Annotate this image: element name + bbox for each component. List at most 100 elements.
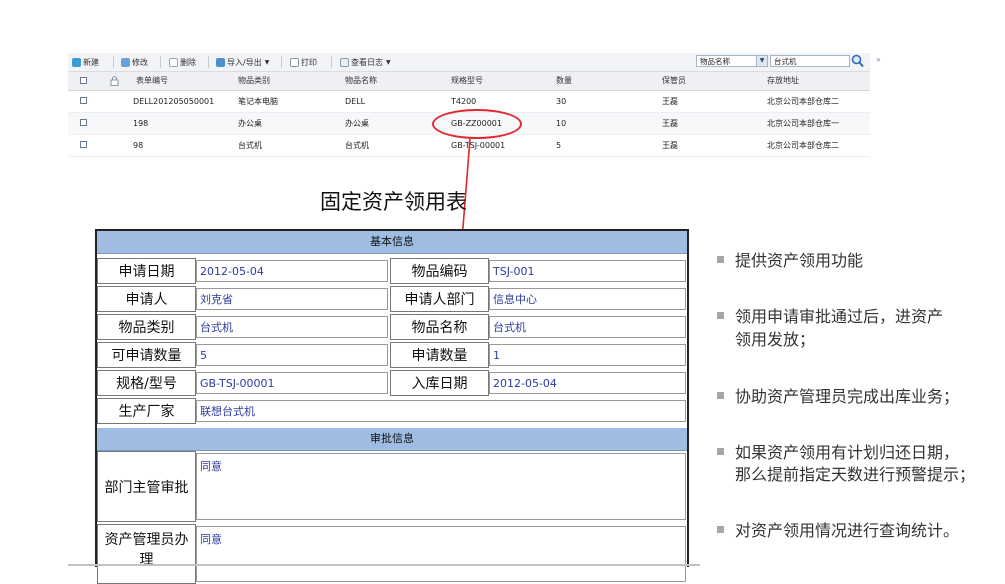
search-input[interactable]: 台式机 bbox=[770, 55, 850, 67]
import-export-label: 导入/导出 bbox=[227, 57, 262, 67]
select-all-checkbox[interactable] bbox=[80, 77, 87, 84]
divider bbox=[68, 564, 700, 566]
column-header[interactable]: 表单编号 bbox=[136, 72, 168, 90]
cell-item-name: 办公桌 bbox=[345, 119, 369, 128]
toolbar-divider bbox=[160, 56, 161, 68]
section-header-approval: 审批信息 bbox=[97, 428, 687, 451]
toolbar-divider bbox=[331, 56, 332, 68]
cell-keeper: 王磊 bbox=[662, 97, 678, 106]
print-label: 打印 bbox=[301, 57, 317, 67]
bullet-icon bbox=[717, 312, 724, 319]
cell-item-name: DELL bbox=[345, 97, 366, 106]
lock-icon bbox=[110, 76, 119, 86]
bullet-icon bbox=[717, 392, 724, 399]
view-log-button[interactable]: 查看日志 ▼ bbox=[340, 56, 391, 68]
filter-field-value: 物品名称 bbox=[700, 57, 730, 66]
field-item-name[interactable]: 台式机 bbox=[489, 316, 686, 338]
cell-location: 北京公司本部仓库二 bbox=[767, 97, 839, 106]
cell-location: 北京公司本部仓库一 bbox=[767, 119, 839, 128]
label-spec: 规格/型号 bbox=[97, 370, 196, 396]
new-button[interactable]: 新建 bbox=[72, 56, 99, 68]
grid-header-row: 表单编号 物品类别 物品名称 规格型号 数量 保管员 存放地址 bbox=[68, 72, 870, 91]
cell-form-no: DELL201205050001 bbox=[133, 97, 215, 106]
row-checkbox[interactable] bbox=[80, 97, 87, 104]
toolbar: 新建 修改 删除 导入/导出 ▼ 打印 查看日志 ▼ 物品名称 ▼ 台式机 » bbox=[68, 53, 881, 72]
chevron-down-icon: ▼ bbox=[756, 56, 767, 66]
edit-button[interactable]: 修改 bbox=[121, 56, 148, 68]
field-item-category[interactable]: 台式机 bbox=[196, 316, 388, 338]
cell-qty: 5 bbox=[556, 141, 562, 150]
cell-category: 办公桌 bbox=[238, 119, 262, 128]
field-item-code[interactable]: TSJ-001 bbox=[489, 260, 686, 282]
print-button[interactable]: 打印 bbox=[290, 56, 317, 68]
field-available-qty[interactable]: 5 bbox=[196, 344, 388, 366]
column-header[interactable]: 物品名称 bbox=[345, 72, 377, 90]
cell-category: 台式机 bbox=[238, 141, 262, 150]
search-value: 台式机 bbox=[774, 57, 797, 66]
row-checkbox[interactable] bbox=[80, 119, 87, 126]
label-apply-date: 申请日期 bbox=[97, 258, 196, 284]
chevron-down-icon: ▼ bbox=[386, 58, 391, 66]
cell-item-name: 台式机 bbox=[345, 141, 369, 150]
label-asset-admin: 资产管理员办理 bbox=[97, 524, 196, 584]
column-header[interactable]: 数量 bbox=[556, 72, 572, 90]
label-stock-date: 入库日期 bbox=[390, 370, 489, 396]
field-applicant[interactable]: 刘克省 bbox=[196, 288, 388, 310]
view-log-label: 查看日志 bbox=[351, 57, 383, 67]
feature-text: 那么提前指定天数进行预警提示； bbox=[735, 465, 976, 484]
section-header-basic: 基本信息 bbox=[97, 231, 687, 254]
column-header[interactable]: 保管员 bbox=[662, 72, 686, 90]
field-stock-date[interactable]: 2012-05-04 bbox=[489, 372, 686, 394]
label-item-code: 物品编码 bbox=[390, 258, 489, 284]
cell-keeper: 王磊 bbox=[662, 141, 678, 150]
label-apply-qty: 申请数量 bbox=[390, 342, 489, 368]
field-apply-date[interactable]: 2012-05-04 bbox=[196, 260, 388, 282]
field-applicant-dept[interactable]: 信息中心 bbox=[489, 288, 686, 310]
chevron-down-icon: ▼ bbox=[264, 58, 270, 66]
toolbar-divider bbox=[113, 56, 114, 68]
cell-location: 北京公司本部仓库二 bbox=[767, 141, 839, 150]
column-header[interactable]: 存放地址 bbox=[767, 72, 799, 90]
delete-button[interactable]: 删除 bbox=[169, 56, 196, 68]
import-export-button[interactable]: 导入/导出 ▼ bbox=[216, 56, 269, 68]
cell-form-no: 198 bbox=[133, 119, 149, 128]
new-icon bbox=[72, 57, 81, 67]
row-checkbox[interactable] bbox=[80, 141, 87, 148]
bullet-icon bbox=[717, 448, 724, 455]
new-label: 新建 bbox=[83, 57, 99, 67]
expand-icon[interactable]: » bbox=[876, 55, 886, 67]
delete-label: 删除 bbox=[180, 57, 196, 67]
toolbar-divider bbox=[281, 56, 282, 68]
toolbar-divider bbox=[208, 56, 209, 68]
edit-icon bbox=[121, 57, 130, 67]
feature-text: 提供资产领用功能 bbox=[735, 251, 864, 270]
feature-text: 对资产领用情况进行查询统计。 bbox=[735, 521, 960, 540]
column-header[interactable]: 物品类别 bbox=[238, 72, 270, 90]
edit-label: 修改 bbox=[132, 57, 148, 67]
import-export-icon bbox=[216, 57, 225, 67]
cell-qty: 10 bbox=[556, 119, 567, 128]
field-dept-approval[interactable]: 同意 bbox=[196, 453, 686, 520]
column-header[interactable]: 规格型号 bbox=[451, 72, 483, 90]
log-icon bbox=[340, 57, 349, 67]
form-title: 固定资产领用表 bbox=[320, 190, 467, 214]
bullet-icon bbox=[717, 256, 724, 263]
label-applicant: 申请人 bbox=[97, 286, 196, 312]
field-manufacturer[interactable]: 联想台式机 bbox=[196, 400, 686, 422]
highlight-circle bbox=[432, 109, 522, 139]
feature-text: 领用申请审批通过后，进资产 bbox=[735, 307, 944, 326]
label-applicant-dept: 申请人部门 bbox=[390, 286, 489, 312]
cell-form-no: 98 bbox=[133, 141, 144, 150]
field-spec[interactable]: GB-TSJ-00001 bbox=[196, 372, 388, 394]
delete-icon bbox=[169, 57, 178, 67]
feature-text: 如果资产领用有计划归还日期， bbox=[735, 443, 960, 462]
cell-category: 笔记本电脑 bbox=[238, 97, 278, 106]
search-icon[interactable] bbox=[851, 54, 864, 68]
asset-requisition-form: 基本信息 申请日期 2012-05-04 物品编码 TSJ-001 申请人 刘克… bbox=[95, 229, 689, 584]
filter-field-select[interactable]: 物品名称 ▼ bbox=[696, 55, 768, 67]
label-dept-approval: 部门主管审批 bbox=[97, 451, 196, 522]
field-apply-qty[interactable]: 1 bbox=[489, 344, 686, 366]
field-asset-admin[interactable]: 同意 bbox=[196, 526, 686, 582]
cell-keeper: 王磊 bbox=[662, 119, 678, 128]
label-item-name: 物品名称 bbox=[390, 314, 489, 340]
